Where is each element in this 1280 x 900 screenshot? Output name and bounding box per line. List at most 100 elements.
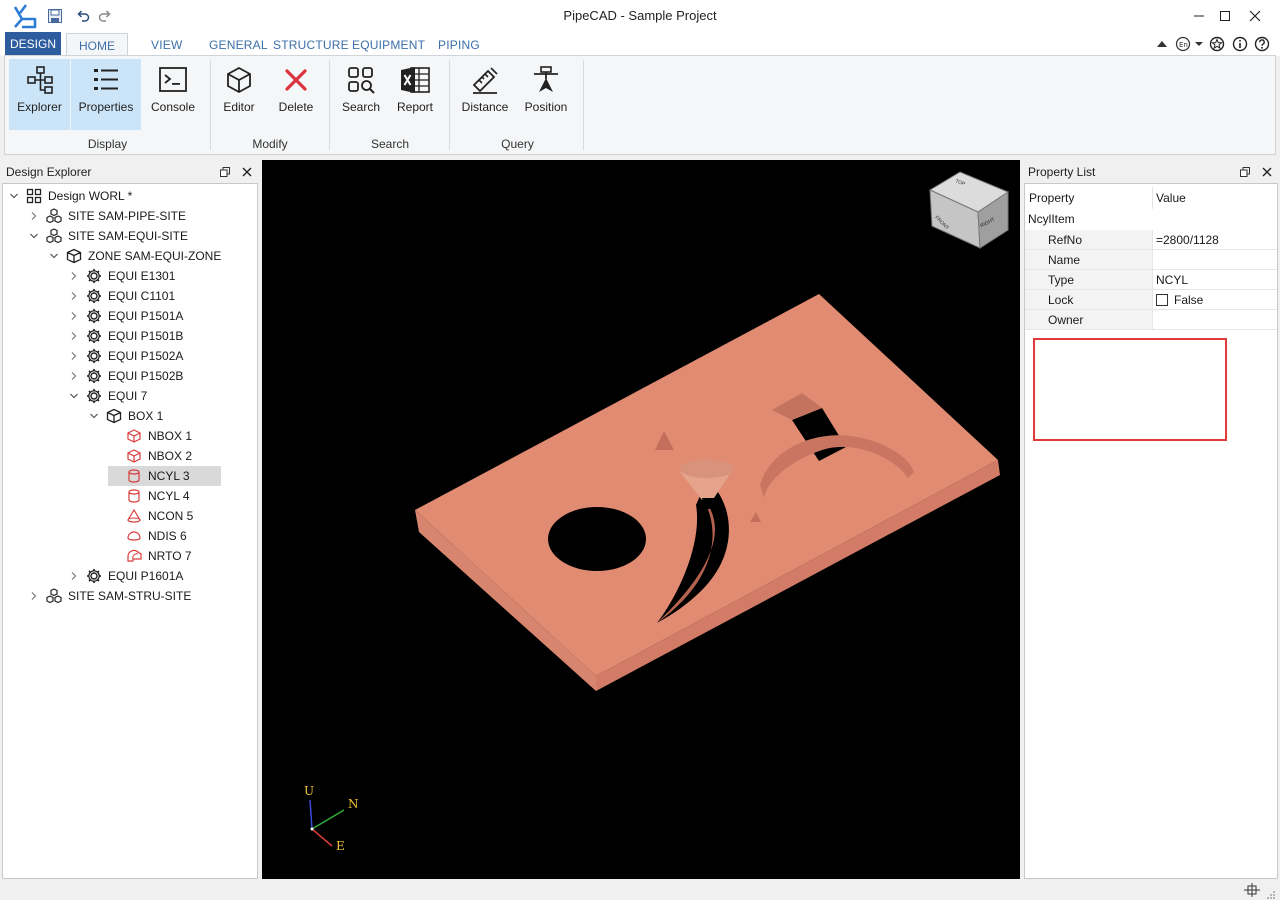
tree-item[interactable]: EQUI P1501A — [68, 306, 183, 326]
explorer-button[interactable]: Explorer — [9, 59, 70, 130]
tree-item[interactable]: NCYL 3 — [108, 466, 221, 486]
tree-item[interactable]: Design WORL * — [8, 186, 132, 206]
expand-arrow-icon[interactable] — [68, 270, 80, 282]
delete-button[interactable]: Delete — [269, 59, 323, 130]
expand-arrow-icon[interactable] — [68, 570, 80, 582]
style-icon[interactable] — [1208, 35, 1226, 53]
property-value[interactable]: False — [1174, 293, 1203, 307]
redo-icon[interactable] — [95, 6, 115, 26]
collapse-arrow-icon[interactable] — [48, 250, 60, 262]
tree-item[interactable]: BOX 1 — [88, 406, 163, 426]
collapse-arrow-icon[interactable] — [68, 390, 80, 402]
tree-item[interactable]: EQUI 7 — [68, 386, 147, 406]
position-button[interactable]: Position — [517, 59, 575, 130]
view-cube[interactable] — [928, 171, 1010, 249]
editor-button[interactable]: Editor — [213, 59, 265, 130]
collapse-arrow-icon[interactable] — [8, 190, 20, 202]
site-icon — [46, 588, 62, 604]
negative-cone-icon — [126, 508, 142, 524]
tree-item[interactable]: ZONE SAM-EQUI-ZONE — [48, 246, 221, 266]
tree-item[interactable]: EQUI P1502B — [68, 366, 183, 386]
tree-item-label: ZONE SAM-EQUI-ZONE — [88, 249, 222, 263]
ribbon-tab-row: DESIGN HOME VIEW GENERAL STRUCTURE EQUIP… — [0, 32, 1280, 57]
equipment-icon — [86, 388, 102, 404]
expand-arrow-icon[interactable] — [28, 590, 40, 602]
report-button[interactable]: Report — [389, 59, 441, 130]
equipment-icon — [86, 268, 102, 284]
resize-grip-icon[interactable] — [1266, 889, 1276, 899]
property-row[interactable]: Owner — [1025, 310, 1277, 330]
expand-arrow-icon[interactable] — [68, 350, 80, 362]
site-icon — [46, 208, 62, 224]
tab-piping[interactable]: PIPING — [438, 38, 480, 52]
tab-general[interactable]: GENERAL — [209, 38, 268, 52]
search-icon — [344, 63, 378, 97]
property-row[interactable]: RefNo =2800/1128 — [1025, 230, 1277, 250]
3d-viewport[interactable]: U N E TOP FRONT RIGHT — [262, 160, 1020, 879]
properties-button[interactable]: Properties — [71, 59, 141, 130]
float-panel-icon[interactable] — [218, 165, 232, 179]
tree-item-label: EQUI P1601A — [108, 569, 184, 583]
property-value[interactable]: =2800/1128 — [1156, 233, 1219, 247]
tree-item[interactable]: EQUI C1101 — [68, 286, 175, 306]
tree-item[interactable]: SITE SAM-STRU-SITE — [28, 586, 191, 606]
tab-view[interactable]: VIEW — [151, 38, 182, 52]
tab-structure[interactable]: STRUCTURE — [273, 38, 349, 52]
expand-arrow-icon[interactable] — [68, 370, 80, 382]
snap-icon[interactable] — [1244, 883, 1260, 897]
tree-item[interactable]: NCON 5 — [108, 506, 193, 526]
undo-icon[interactable] — [73, 6, 93, 26]
equipment-icon — [86, 348, 102, 364]
close-window-button[interactable] — [1232, 0, 1278, 32]
tree-item[interactable]: NBOX 1 — [108, 426, 192, 446]
close-panel-icon[interactable] — [240, 165, 254, 179]
expand-arrow-icon[interactable] — [68, 330, 80, 342]
save-icon[interactable] — [45, 6, 65, 26]
search-button[interactable]: Search — [337, 59, 385, 130]
tab-design[interactable]: DESIGN — [5, 32, 61, 56]
highlight-box — [1033, 338, 1227, 441]
collapse-arrow-icon[interactable] — [28, 230, 40, 242]
distance-button[interactable]: Distance — [457, 59, 513, 130]
tree-item[interactable]: NBOX 2 — [108, 446, 192, 466]
help-icon[interactable] — [1253, 35, 1271, 53]
collapse-arrow-icon[interactable] — [88, 410, 100, 422]
equipment-icon — [86, 328, 102, 344]
console-button[interactable]: Console — [143, 59, 203, 130]
close-panel-icon[interactable] — [1260, 165, 1274, 179]
tree-item[interactable]: NDIS 6 — [108, 526, 187, 546]
expand-arrow-icon[interactable] — [68, 310, 80, 322]
window-title: PipeCAD - Sample Project — [563, 8, 717, 23]
lock-checkbox[interactable] — [1156, 294, 1168, 306]
title-bar: PipeCAD - Sample Project — [0, 0, 1280, 32]
tree-item[interactable]: EQUI P1501B — [68, 326, 183, 346]
language-icon[interactable]: En — [1175, 35, 1205, 53]
tree-item[interactable]: EQUI P1502A — [68, 346, 183, 366]
collapse-ribbon-icon[interactable] — [1153, 35, 1171, 53]
tab-home[interactable]: HOME — [66, 33, 128, 57]
property-row[interactable]: Name — [1025, 250, 1277, 270]
tree-item[interactable]: SITE SAM-EQUI-SITE — [28, 226, 188, 246]
tree-item[interactable]: NCYL 4 — [108, 486, 190, 506]
float-panel-icon[interactable] — [1238, 165, 1252, 179]
info-icon[interactable] — [1231, 35, 1249, 53]
cylinder-hole — [548, 507, 646, 571]
expand-arrow-icon[interactable] — [28, 210, 40, 222]
expand-arrow-icon[interactable] — [68, 290, 80, 302]
property-key: RefNo — [1048, 233, 1083, 247]
tree-item-label: EQUI C1101 — [108, 289, 176, 303]
model-canvas[interactable] — [262, 160, 1020, 879]
property-key: Lock — [1048, 293, 1074, 307]
property-value[interactable]: NCYL — [1156, 273, 1188, 287]
tree-item[interactable]: EQUI P1601A — [68, 566, 183, 586]
property-list-icon — [89, 63, 123, 97]
property-row[interactable]: Lock False — [1025, 290, 1277, 310]
tree-item[interactable]: SITE SAM-PIPE-SITE — [28, 206, 186, 226]
negative-dish-icon — [126, 528, 142, 544]
tab-equipment[interactable]: EQUIPMENT — [352, 38, 425, 52]
tree-item[interactable]: NRTO 7 — [108, 546, 192, 566]
property-row[interactable]: Type NCYL — [1025, 270, 1277, 290]
tree-item[interactable]: EQUI E1301 — [68, 266, 175, 286]
property-list-title: Property List — [1028, 165, 1096, 179]
